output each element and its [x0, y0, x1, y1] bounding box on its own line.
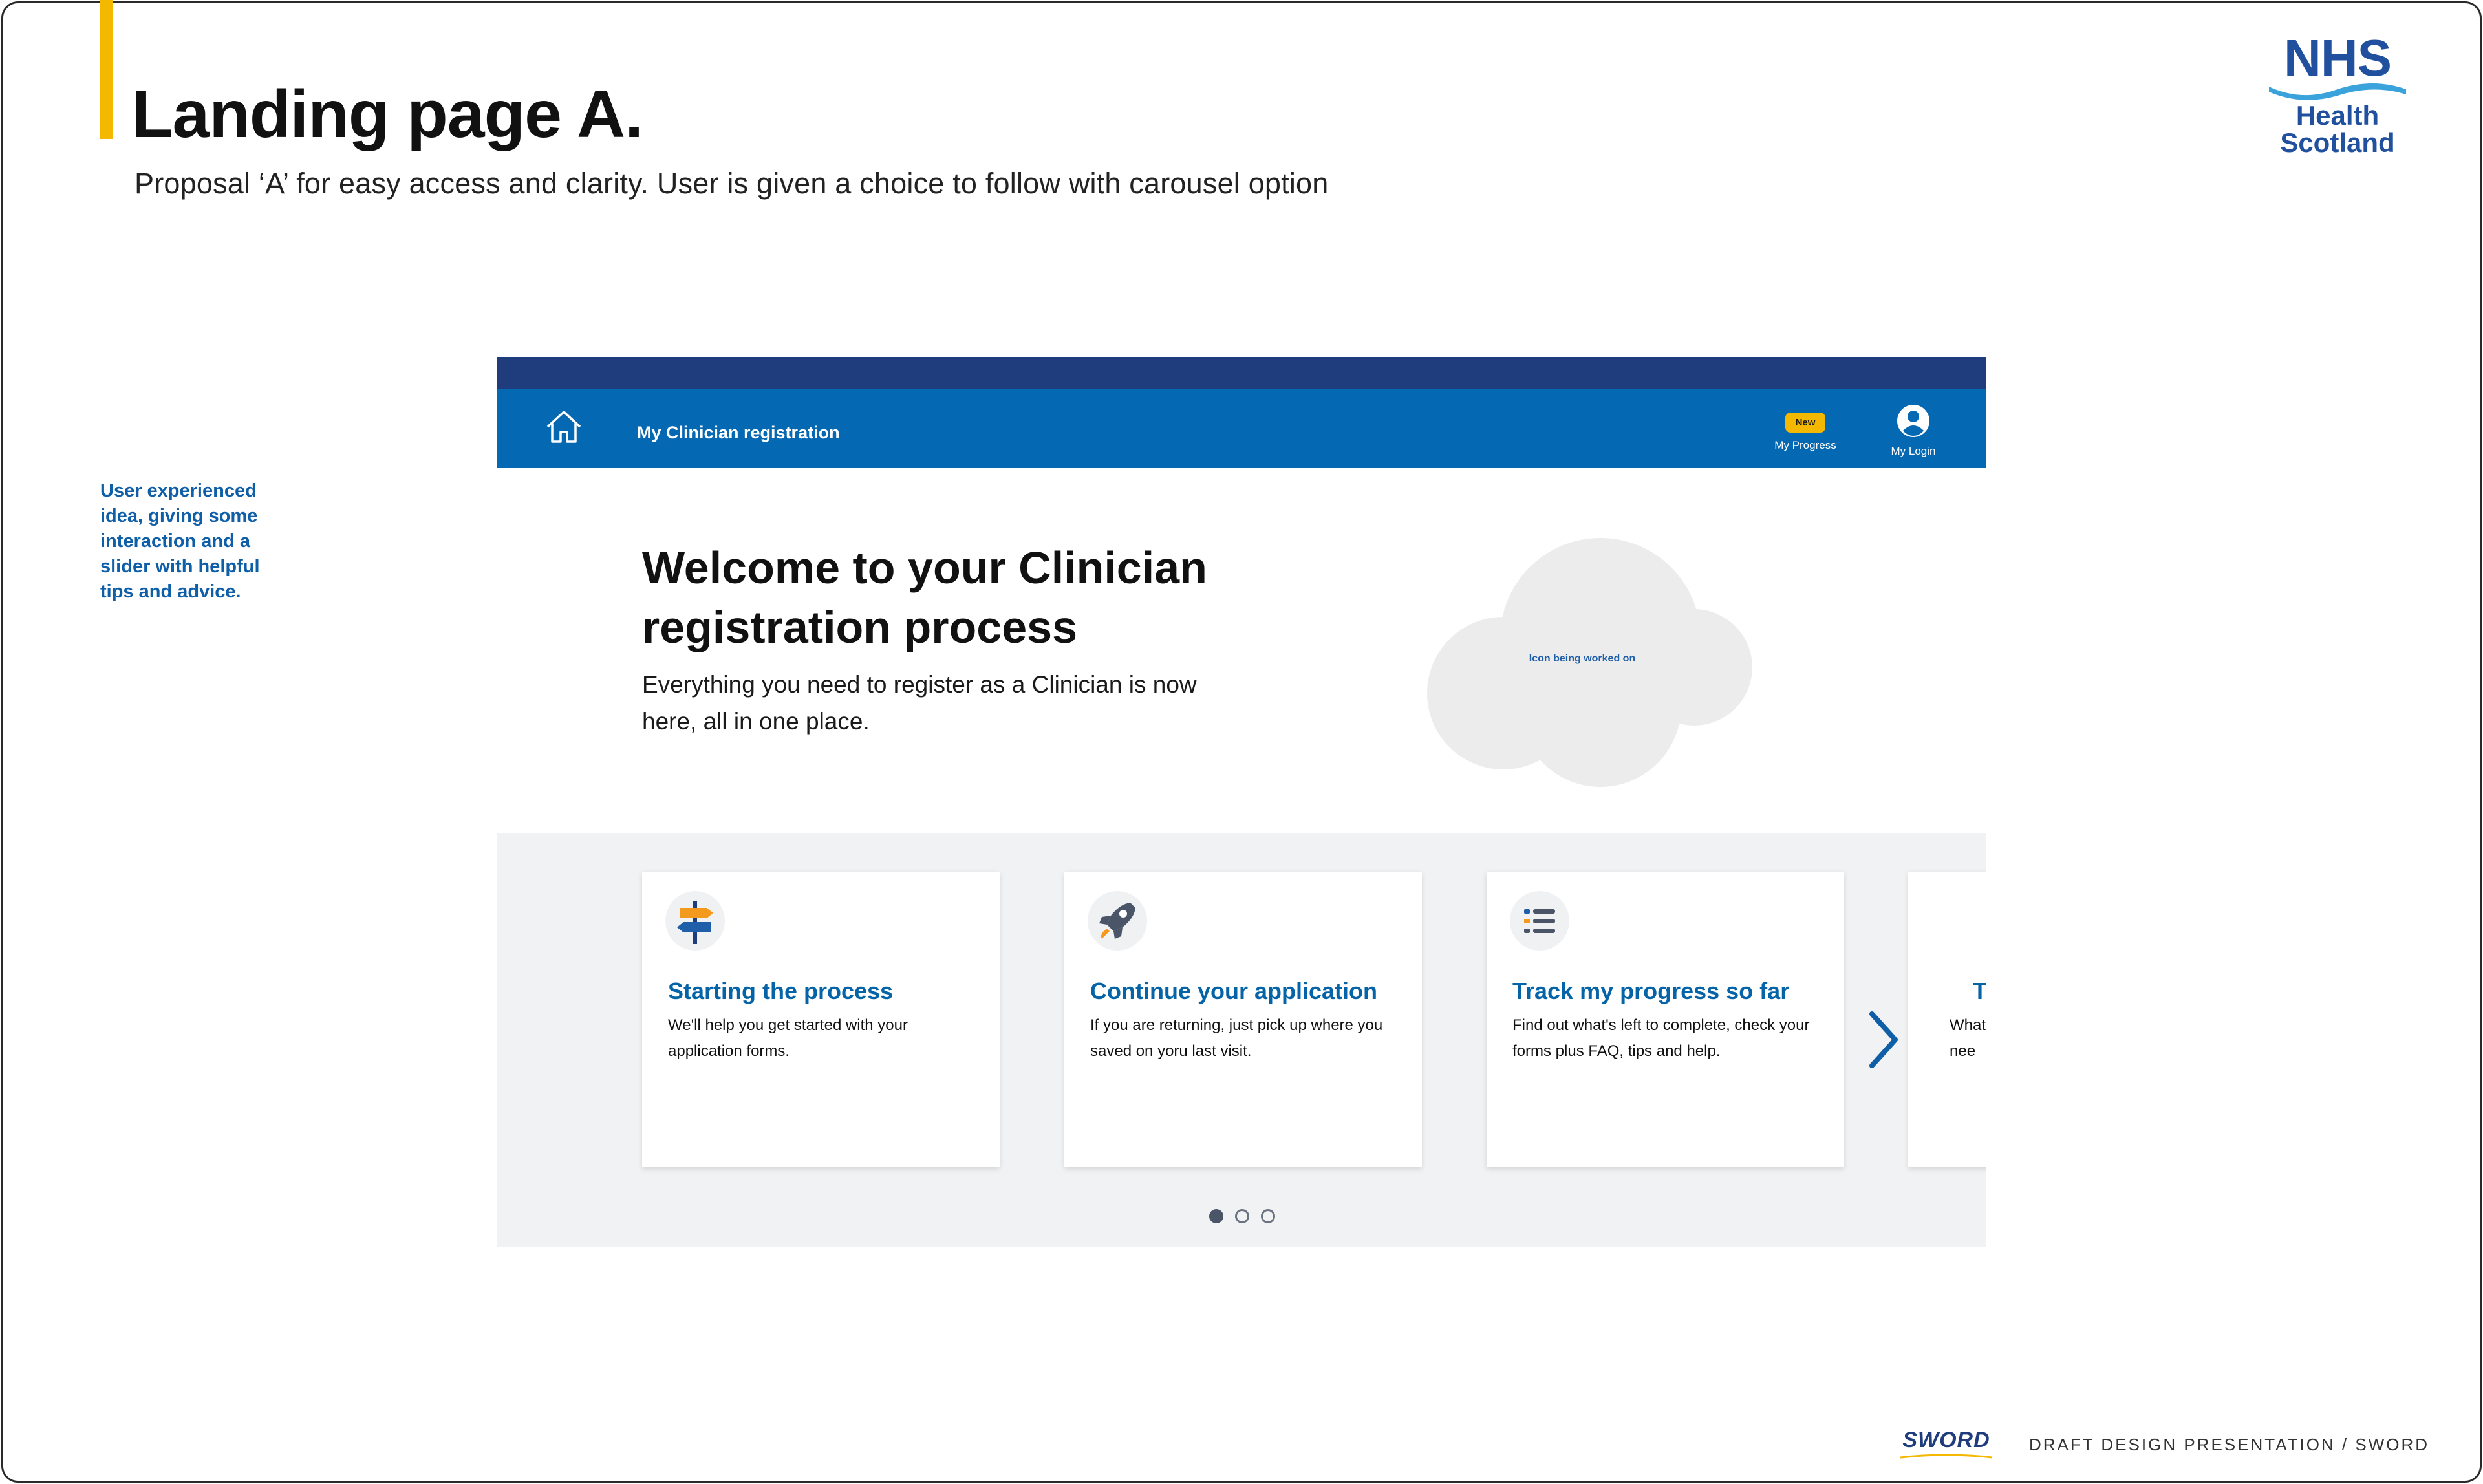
nhs-health-scotland-logo: NHS Health Scotland — [2263, 32, 2412, 156]
card-text: What' nee — [1950, 1016, 1986, 1060]
nhs-logo-line1: Health — [2295, 100, 2380, 131]
card-title: Track my progress so far — [1512, 978, 1790, 1004]
card-continue-application[interactable]: Continue your application If you are ret… — [1064, 872, 1422, 1167]
carousel-dot-1[interactable] — [1209, 1209, 1223, 1223]
landing-page-mockup: My Clinician registration New My Progres… — [497, 357, 1986, 1247]
sword-logo: SWORD — [1898, 1428, 1995, 1465]
card-track-progress[interactable]: Track my progress so far Find out what's… — [1487, 872, 1844, 1167]
page-title: Landing page A. — [132, 77, 643, 152]
card-text: If you are returning, just pick up where… — [1090, 1016, 1383, 1060]
new-badge: New — [1785, 413, 1826, 433]
checklist-icon — [1510, 891, 1569, 951]
title-accent-bar — [100, 0, 113, 139]
card-text: Find out what's left to complete, check … — [1512, 1016, 1810, 1060]
carousel-dot-2[interactable] — [1235, 1209, 1249, 1223]
footer-text: DRAFT DESIGN PRESENTATION / SWORD — [2029, 1435, 2430, 1454]
card-title: Tr — [1973, 978, 1986, 1004]
nav-title[interactable]: My Clinician registration — [637, 423, 840, 443]
rocket-icon — [1088, 891, 1147, 951]
card-title: Continue your application — [1090, 978, 1378, 1004]
sword-logo-word: SWORD — [1902, 1428, 1990, 1452]
hero-text: Everything you need to register as a Cli… — [642, 671, 1197, 735]
navbar: My Clinician registration New My Progres… — [497, 389, 1986, 468]
my-login-button[interactable]: My Login — [1881, 403, 1946, 458]
card-starting-process[interactable]: Starting the process We'll help you get … — [642, 872, 1000, 1167]
placeholder-label: Icon being worked on — [1529, 653, 1636, 664]
side-note: User experienced idea, giving some inter… — [100, 480, 260, 602]
home-icon[interactable] — [544, 407, 584, 446]
hero-title: Welcome to your Clinician registration p… — [642, 543, 1207, 652]
nhs-logo-word: NHS — [2284, 29, 2392, 87]
tips-carousel: Starting the process We'll help you get … — [497, 833, 1986, 1247]
carousel-dot-3[interactable] — [1261, 1209, 1275, 1223]
user-circle-icon — [1897, 405, 1929, 437]
nhs-logo-line2: Scotland — [2280, 127, 2395, 158]
chevron-right-icon[interactable] — [1865, 1009, 1902, 1071]
card-title: Starting the process — [668, 978, 894, 1004]
card-text: We'll help you get started with your app… — [668, 1016, 908, 1060]
my-login-label: My Login — [1891, 445, 1936, 457]
card-partial[interactable]: Tr What' nee — [1908, 872, 1986, 1167]
sword-underline-icon — [1900, 1454, 1993, 1459]
top-strip — [497, 357, 1986, 389]
page-subtitle: Proposal ‘A’ for easy access and clarity… — [134, 167, 1329, 200]
my-progress-button[interactable]: New My Progress — [1770, 413, 1841, 452]
signpost-icon — [665, 891, 725, 951]
my-progress-label: My Progress — [1774, 439, 1836, 451]
